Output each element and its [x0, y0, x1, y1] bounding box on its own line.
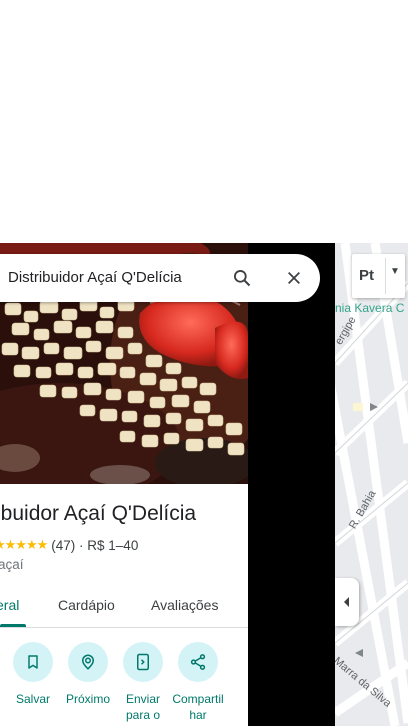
rating-stars: ★★★★★	[0, 537, 48, 552]
clear-search-button[interactable]	[280, 264, 308, 292]
caret-down-icon: ▼	[390, 266, 400, 277]
place-title: ibuidor Açaí Q'Delícia	[0, 502, 197, 525]
maps-app: ibuidor Açaí Q'Delícia ★★★★★ (47) · R$ 1…	[0, 0, 408, 726]
active-tab-indicator	[0, 624, 26, 627]
bookmark-icon	[28, 655, 38, 669]
save-button[interactable]: Salvar	[5, 642, 61, 707]
rating-row: ★★★★★ (47) · R$ 1–40	[0, 537, 138, 553]
search-button[interactable]	[228, 264, 256, 292]
search-icon	[234, 270, 251, 287]
chevron-left-icon	[344, 597, 349, 607]
share-icon	[190, 654, 206, 670]
map-canvas[interactable]: nia Kavera C ergipe R. Bahia Marra da Si…	[335, 243, 408, 726]
close-icon	[288, 272, 300, 284]
search-input[interactable]: Distribuidor Açaí Q'Delícia	[8, 269, 182, 286]
nearby-label: Próximo	[65, 692, 110, 706]
rating-detail[interactable]: (47) · R$ 1–40	[51, 538, 138, 553]
share-icon-circle	[178, 642, 218, 682]
tab-overview[interactable]: eral	[0, 597, 19, 613]
tab-reviews[interactable]: Avaliações	[151, 597, 218, 613]
place-tabs: eral Cardápio Avaliações	[0, 582, 248, 628]
send-to-phone-button[interactable]: Enviar para o	[115, 642, 171, 723]
send-icon-circle	[123, 642, 163, 682]
layer-label: Pt	[359, 267, 374, 284]
nearby-button[interactable]: Próximo	[60, 642, 116, 707]
search-bar: Distribuidor Açaí Q'Delícia	[0, 254, 320, 302]
panel-gap	[248, 243, 335, 726]
nearby-icon-circle	[68, 642, 108, 682]
save-icon-circle	[13, 642, 53, 682]
share-button[interactable]: Compartilhar	[170, 642, 226, 723]
place-panel: ibuidor Açaí Q'Delícia ★★★★★ (47) · R$ 1…	[0, 243, 248, 726]
tab-menu[interactable]: Cardápio	[58, 597, 115, 613]
collapse-panel-button[interactable]	[335, 578, 359, 626]
map-label-1: nia Kavera C	[335, 301, 405, 315]
save-label: Salvar	[15, 692, 50, 706]
nearby-icon	[81, 654, 95, 670]
share-label: Compartilhar	[172, 692, 224, 722]
layers-divider	[385, 258, 386, 294]
map-streets	[335, 243, 408, 726]
send-label: Enviar para o	[125, 692, 161, 722]
place-category[interactable]: açaí	[0, 557, 24, 572]
send-to-phone-icon	[137, 653, 149, 671]
map-layers-button[interactable]: Pt ▼	[352, 254, 405, 298]
